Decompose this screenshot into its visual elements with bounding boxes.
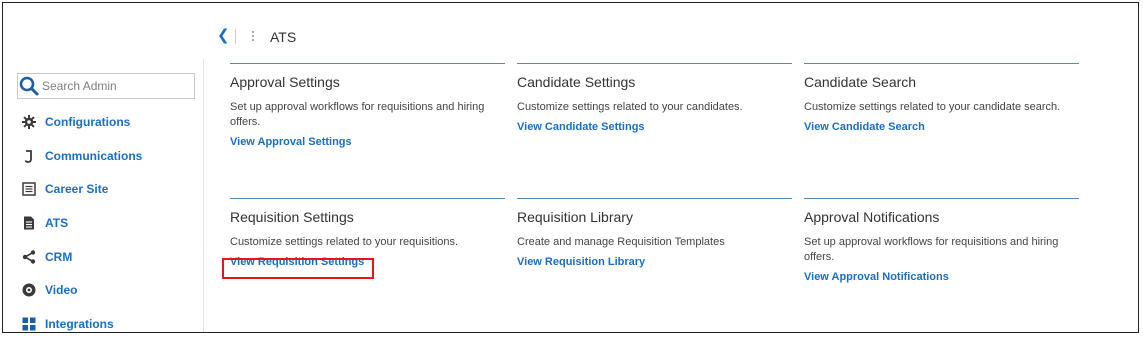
sidebar-item-label: ATS: [45, 216, 69, 230]
gear-icon: [21, 114, 37, 130]
grid-icon: [21, 316, 37, 332]
card-description: Set up approval workflows for requisitio…: [804, 236, 1059, 263]
sidebar-item-communications[interactable]: Communications: [21, 147, 142, 165]
sidebar-item-label: Integrations: [45, 317, 114, 331]
video-icon: [21, 282, 37, 298]
card-approval-settings: Approval Settings Set up approval workfl…: [230, 63, 505, 150]
sidebar-item-career-site[interactable]: Career Site: [21, 180, 108, 198]
view-candidate-search-link[interactable]: View Candidate Search: [804, 120, 925, 134]
search-box[interactable]: [17, 73, 195, 99]
card-description: Set up approval workflows for requisitio…: [230, 101, 485, 128]
kebab-icon[interactable]: [252, 31, 255, 43]
sidebar-item-video[interactable]: Video: [21, 281, 77, 299]
sidebar-item-label: CRM: [45, 250, 73, 264]
card-title: Candidate Search: [804, 74, 917, 90]
search-input[interactable]: [42, 76, 192, 96]
card-divider: [804, 198, 1079, 199]
sidebar-item-label: Communications: [45, 149, 143, 163]
breadcrumb: ATS: [270, 29, 297, 45]
card-divider: [230, 63, 505, 64]
card-approval-notifications: Approval Notifications Set up approval w…: [804, 198, 1079, 285]
sidebar-item-configurations[interactable]: Configurations: [21, 113, 130, 131]
card-divider: [517, 198, 792, 199]
sidebar: Configurations Communications Career Sit…: [3, 63, 203, 332]
card-title: Requisition Library: [517, 209, 633, 225]
card-description: Customize settings related to your candi…: [517, 101, 743, 113]
share-icon: [21, 249, 37, 265]
view-candidate-settings-link[interactable]: View Candidate Settings: [517, 120, 645, 134]
card-divider: [230, 198, 505, 199]
card-candidate-settings: Candidate Settings Customize settings re…: [517, 63, 792, 135]
view-approval-notifications-link[interactable]: View Approval Notifications: [804, 270, 949, 284]
sidebar-item-ats[interactable]: ATS: [21, 214, 68, 232]
card-description: Customize settings related to your requi…: [230, 236, 459, 248]
card-title: Requisition Settings: [230, 209, 354, 225]
sidebar-item-integrations[interactable]: Integrations: [21, 315, 114, 332]
chevron-left-icon[interactable]: ❮: [217, 28, 230, 44]
card-title: Approval Settings: [230, 74, 340, 90]
admin-window: ❮ ATS Search Admin Configurations Commun…: [2, 2, 1139, 333]
search-icon[interactable]: [18, 75, 42, 97]
view-approval-settings-link[interactable]: View Approval Settings: [230, 135, 352, 149]
highlight-box: [222, 258, 374, 279]
header-divider: [235, 29, 236, 44]
sidebar-item-label: Video: [45, 283, 78, 297]
card-description: Customize settings related to your candi…: [804, 101, 1061, 113]
sidebar-item-label: Career Site: [45, 182, 109, 196]
card-requisition-library: Requisition Library Create and manage Re…: [517, 198, 792, 270]
sidebar-divider: [203, 59, 204, 332]
card-description: Create and manage Requisition Templates: [517, 236, 725, 248]
communications-icon: [21, 148, 37, 164]
header-bar: ❮ ATS: [3, 3, 1138, 63]
document-icon: [21, 215, 37, 231]
document-list-icon: [21, 181, 37, 197]
card-divider: [804, 63, 1079, 64]
card-title: Approval Notifications: [804, 209, 940, 225]
view-requisition-library-link[interactable]: View Requisition Library: [517, 255, 645, 269]
card-candidate-search: Candidate Search Customize settings rela…: [804, 63, 1079, 135]
card-title: Candidate Settings: [517, 74, 636, 90]
card-divider: [517, 63, 792, 64]
sidebar-item-label: Configurations: [45, 115, 131, 129]
sidebar-item-crm[interactable]: CRM: [21, 248, 72, 266]
